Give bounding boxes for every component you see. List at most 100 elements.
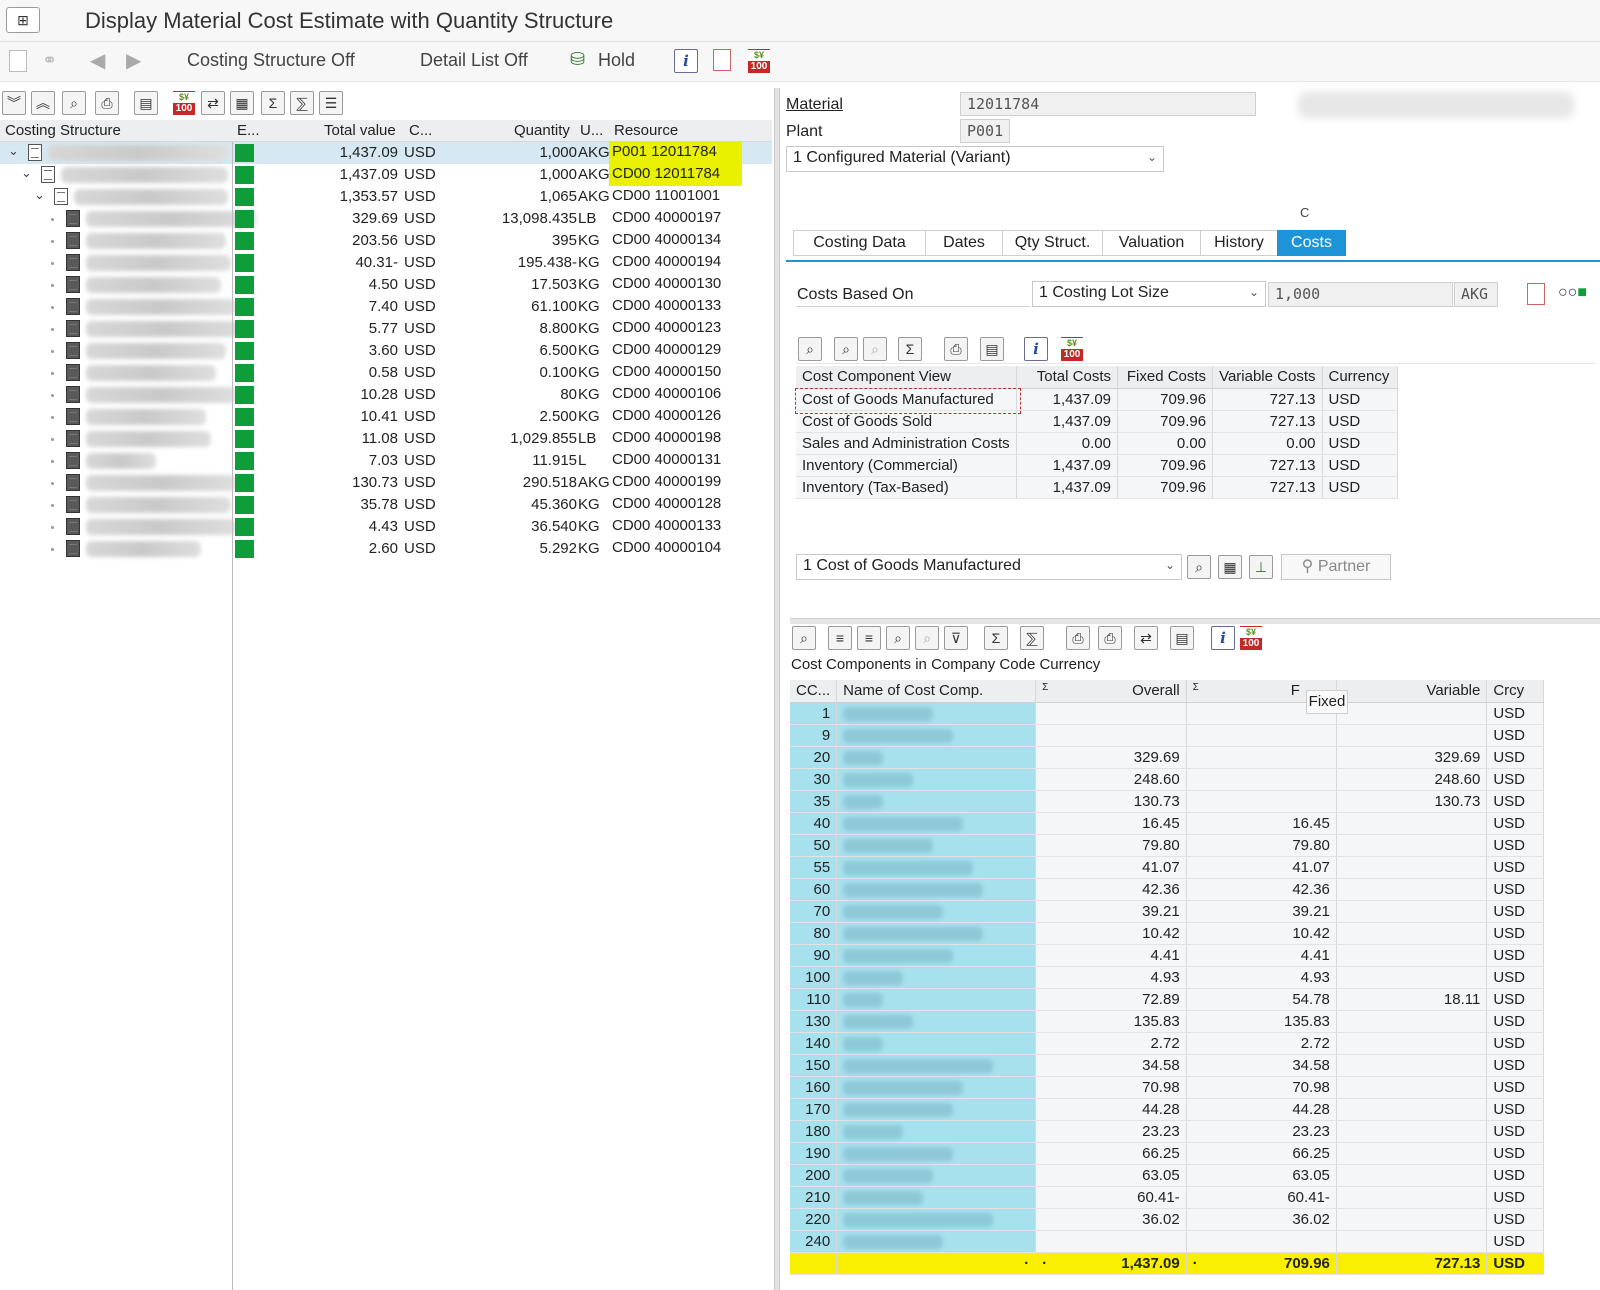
partner-button[interactable]: ⚲ Partner <box>1281 554 1391 580</box>
tab-history[interactable]: History <box>1200 230 1278 256</box>
tree-row[interactable]: 10.41 USD 2.500 KG CD00 40000126 <box>0 406 772 428</box>
column-unit[interactable]: U... <box>580 122 603 139</box>
next-arrow-icon[interactable]: ▶ <box>126 48 141 73</box>
tab-qty-struct[interactable]: Qty Struct. <box>1002 230 1103 256</box>
cost-view-select[interactable]: 1 Cost of Goods Manufactured ⌄ <box>796 554 1182 580</box>
cost-component-row[interactable]: 160 70.98 70.98 USD <box>790 1076 1544 1099</box>
find-icon[interactable]: ⌕ <box>62 91 86 115</box>
document-icon[interactable] <box>9 50 27 72</box>
variant-select[interactable]: 1 Configured Material (Variant) ⌄ <box>786 146 1164 172</box>
view-name[interactable]: Cost of Goods Manufactured <box>796 388 1017 411</box>
cost-component-row[interactable]: 130 135.83 135.83 USD <box>790 1010 1544 1033</box>
cost-component-row[interactable]: 220 36.02 36.02 USD <box>790 1208 1544 1231</box>
chevron-down-icon[interactable]: ⌄ <box>34 187 45 203</box>
menu-icon[interactable]: ⊞ <box>6 7 40 33</box>
export-icon[interactable]: ⇄ <box>1134 626 1158 650</box>
cost-view-row[interactable]: Cost of Goods Manufactured 1,437.09 709.96… <box>796 388 1398 411</box>
column-overall[interactable]: Σ Overall <box>1035 680 1187 703</box>
tab-dates[interactable]: Dates <box>925 230 1003 256</box>
tree-row[interactable]: 10.28 USD 80 KG CD00 40000106 <box>0 384 772 406</box>
print-preview-icon[interactable]: ⎙ <box>944 337 968 361</box>
cost-component-row[interactable]: 60 42.36 42.36 USD <box>790 878 1544 901</box>
cost-component-row[interactable]: 35 130.73 130.73 USD <box>790 790 1544 813</box>
glasses-icon[interactable]: ⚭ <box>42 50 57 71</box>
info-icon[interactable]: i <box>1024 337 1048 361</box>
cost-component-row[interactable]: 210 60.41- 60.41- USD <box>790 1186 1544 1209</box>
detail-list-off-button[interactable]: Detail List Off <box>420 50 528 71</box>
cost-component-row[interactable]: 170 44.28 44.28 USD <box>790 1098 1544 1121</box>
sum-icon[interactable]: Σ <box>261 91 285 115</box>
currency-icon[interactable]: $¥ 100 <box>1240 626 1262 650</box>
column-currency[interactable]: Currency <box>1322 366 1398 389</box>
tree-row[interactable]: ⌄ 1,353.57 USD 1,065 AKG CD00 11001001 <box>0 186 772 208</box>
find-icon[interactable]: ⌕ <box>834 337 858 361</box>
sort-ascending-icon[interactable]: ≡ <box>828 626 852 650</box>
column-crcy[interactable]: Crcy <box>1486 680 1544 703</box>
print-icon[interactable]: ⎙ <box>1066 626 1090 650</box>
cost-component-row[interactable]: 50 79.80 79.80 USD <box>790 834 1544 857</box>
column-name-of-cost-comp[interactable]: Name of Cost Comp. <box>836 680 1037 703</box>
currency-icon[interactable]: $¥ 100 <box>748 49 770 73</box>
material-field[interactable]: 12011784 <box>960 92 1256 116</box>
cost-component-row[interactable]: 20 329.69 329.69 USD <box>790 746 1544 769</box>
find-next-icon[interactable]: ⌕ <box>915 626 939 650</box>
view-name[interactable]: Inventory (Tax-Based) <box>796 476 1017 499</box>
calculator-icon[interactable]: ▦ <box>230 91 254 115</box>
print-preview-icon[interactable]: ⎙ <box>1098 626 1122 650</box>
cost-component-row[interactable]: 9 USD <box>790 724 1544 747</box>
column-cost-component[interactable]: CC... <box>790 680 838 703</box>
currency-icon[interactable]: $¥ 100 <box>173 91 195 115</box>
print-icon[interactable]: ⎙ <box>95 91 119 115</box>
sum-icon[interactable]: Σ <box>984 626 1008 650</box>
detail-icon[interactable]: ⌕ <box>798 337 822 361</box>
column-variable-costs[interactable]: Variable Costs <box>1212 366 1323 389</box>
currency-icon[interactable]: $¥ 100 <box>1061 337 1083 361</box>
cost-component-row[interactable]: 90 4.41 4.41 USD <box>790 944 1544 967</box>
info-icon[interactable]: i <box>674 49 698 73</box>
hold-button[interactable]: Hold <box>598 50 635 71</box>
cost-view-row[interactable]: Sales and Administration Costs 0.00 0.00 0.… <box>796 432 1398 455</box>
cost-component-row[interactable]: 190 66.25 66.25 USD <box>790 1142 1544 1165</box>
document-flag-icon[interactable] <box>1527 283 1545 305</box>
previous-arrow-icon[interactable]: ◀ <box>90 48 105 73</box>
plant-field[interactable]: P001 <box>960 119 1010 143</box>
chevron-down-icon[interactable]: ⌄ <box>8 143 19 159</box>
tab-costs[interactable]: Costs <box>1277 230 1346 256</box>
info-icon[interactable]: i <box>1211 626 1235 650</box>
sum-icon[interactable]: Σ <box>898 337 922 361</box>
tree-row[interactable]: 3.60 USD 6.500 KG CD00 40000129 <box>0 340 772 362</box>
cost-component-row[interactable]: 55 41.07 41.07 USD <box>790 856 1544 879</box>
view-name[interactable]: Inventory (Commercial) <box>796 454 1017 477</box>
expand-all-icon[interactable]: ︾ <box>2 91 26 115</box>
cost-component-row[interactable]: 40 16.45 16.45 USD <box>790 812 1544 835</box>
filter-icon[interactable]: ⊽ <box>944 626 968 650</box>
cost-view-row[interactable]: Cost of Goods Sold 1,437.09 709.96 727.13 US… <box>796 410 1398 433</box>
view-name[interactable]: Sales and Administration Costs <box>796 432 1017 455</box>
column-resource[interactable]: Resource <box>614 122 678 139</box>
cost-component-row[interactable]: 30 248.60 248.60 USD <box>790 768 1544 791</box>
cost-component-row[interactable]: 150 34.58 34.58 USD <box>790 1054 1544 1077</box>
column-e[interactable]: E... <box>237 122 260 139</box>
find-next-icon[interactable]: ⌕ <box>863 337 887 361</box>
tab-valuation[interactable]: Valuation <box>1102 230 1201 256</box>
document-flag-icon[interactable] <box>713 49 731 71</box>
cost-component-row[interactable]: 200 63.05 63.05 USD <box>790 1164 1544 1187</box>
subtotal-icon[interactable]: ⅀ <box>290 91 314 115</box>
lot-size-field[interactable]: 1,000 <box>1268 282 1453 307</box>
column-variable[interactable]: Variable <box>1336 680 1488 703</box>
cost-component-row[interactable]: 100 4.93 4.93 USD <box>790 966 1544 989</box>
column-currency[interactable]: C... <box>409 122 432 139</box>
lot-unit-field[interactable]: AKG <box>1454 282 1498 307</box>
hierarchy-icon[interactable]: ⊥ <box>1249 555 1273 579</box>
tree-row[interactable]: 11.08 USD 1,029.855 LB CD00 40000198 <box>0 428 772 450</box>
export-icon[interactable]: ⇄ <box>201 91 225 115</box>
column-fixed-costs[interactable]: Fixed Costs <box>1117 366 1214 389</box>
cost-component-row[interactable]: 240 USD <box>790 1230 1544 1253</box>
find-icon[interactable]: ⌕ <box>886 626 910 650</box>
detail-icon[interactable]: ⌕ <box>1187 555 1211 579</box>
column-quantity[interactable]: Quantity <box>514 122 570 139</box>
detail-icon[interactable]: ⌕ <box>792 626 816 650</box>
cost-component-row[interactable]: 70 39.21 39.21 USD <box>790 900 1544 923</box>
horizontal-splitter[interactable] <box>790 618 1600 624</box>
tab-costing-data[interactable]: Costing Data <box>793 230 926 256</box>
